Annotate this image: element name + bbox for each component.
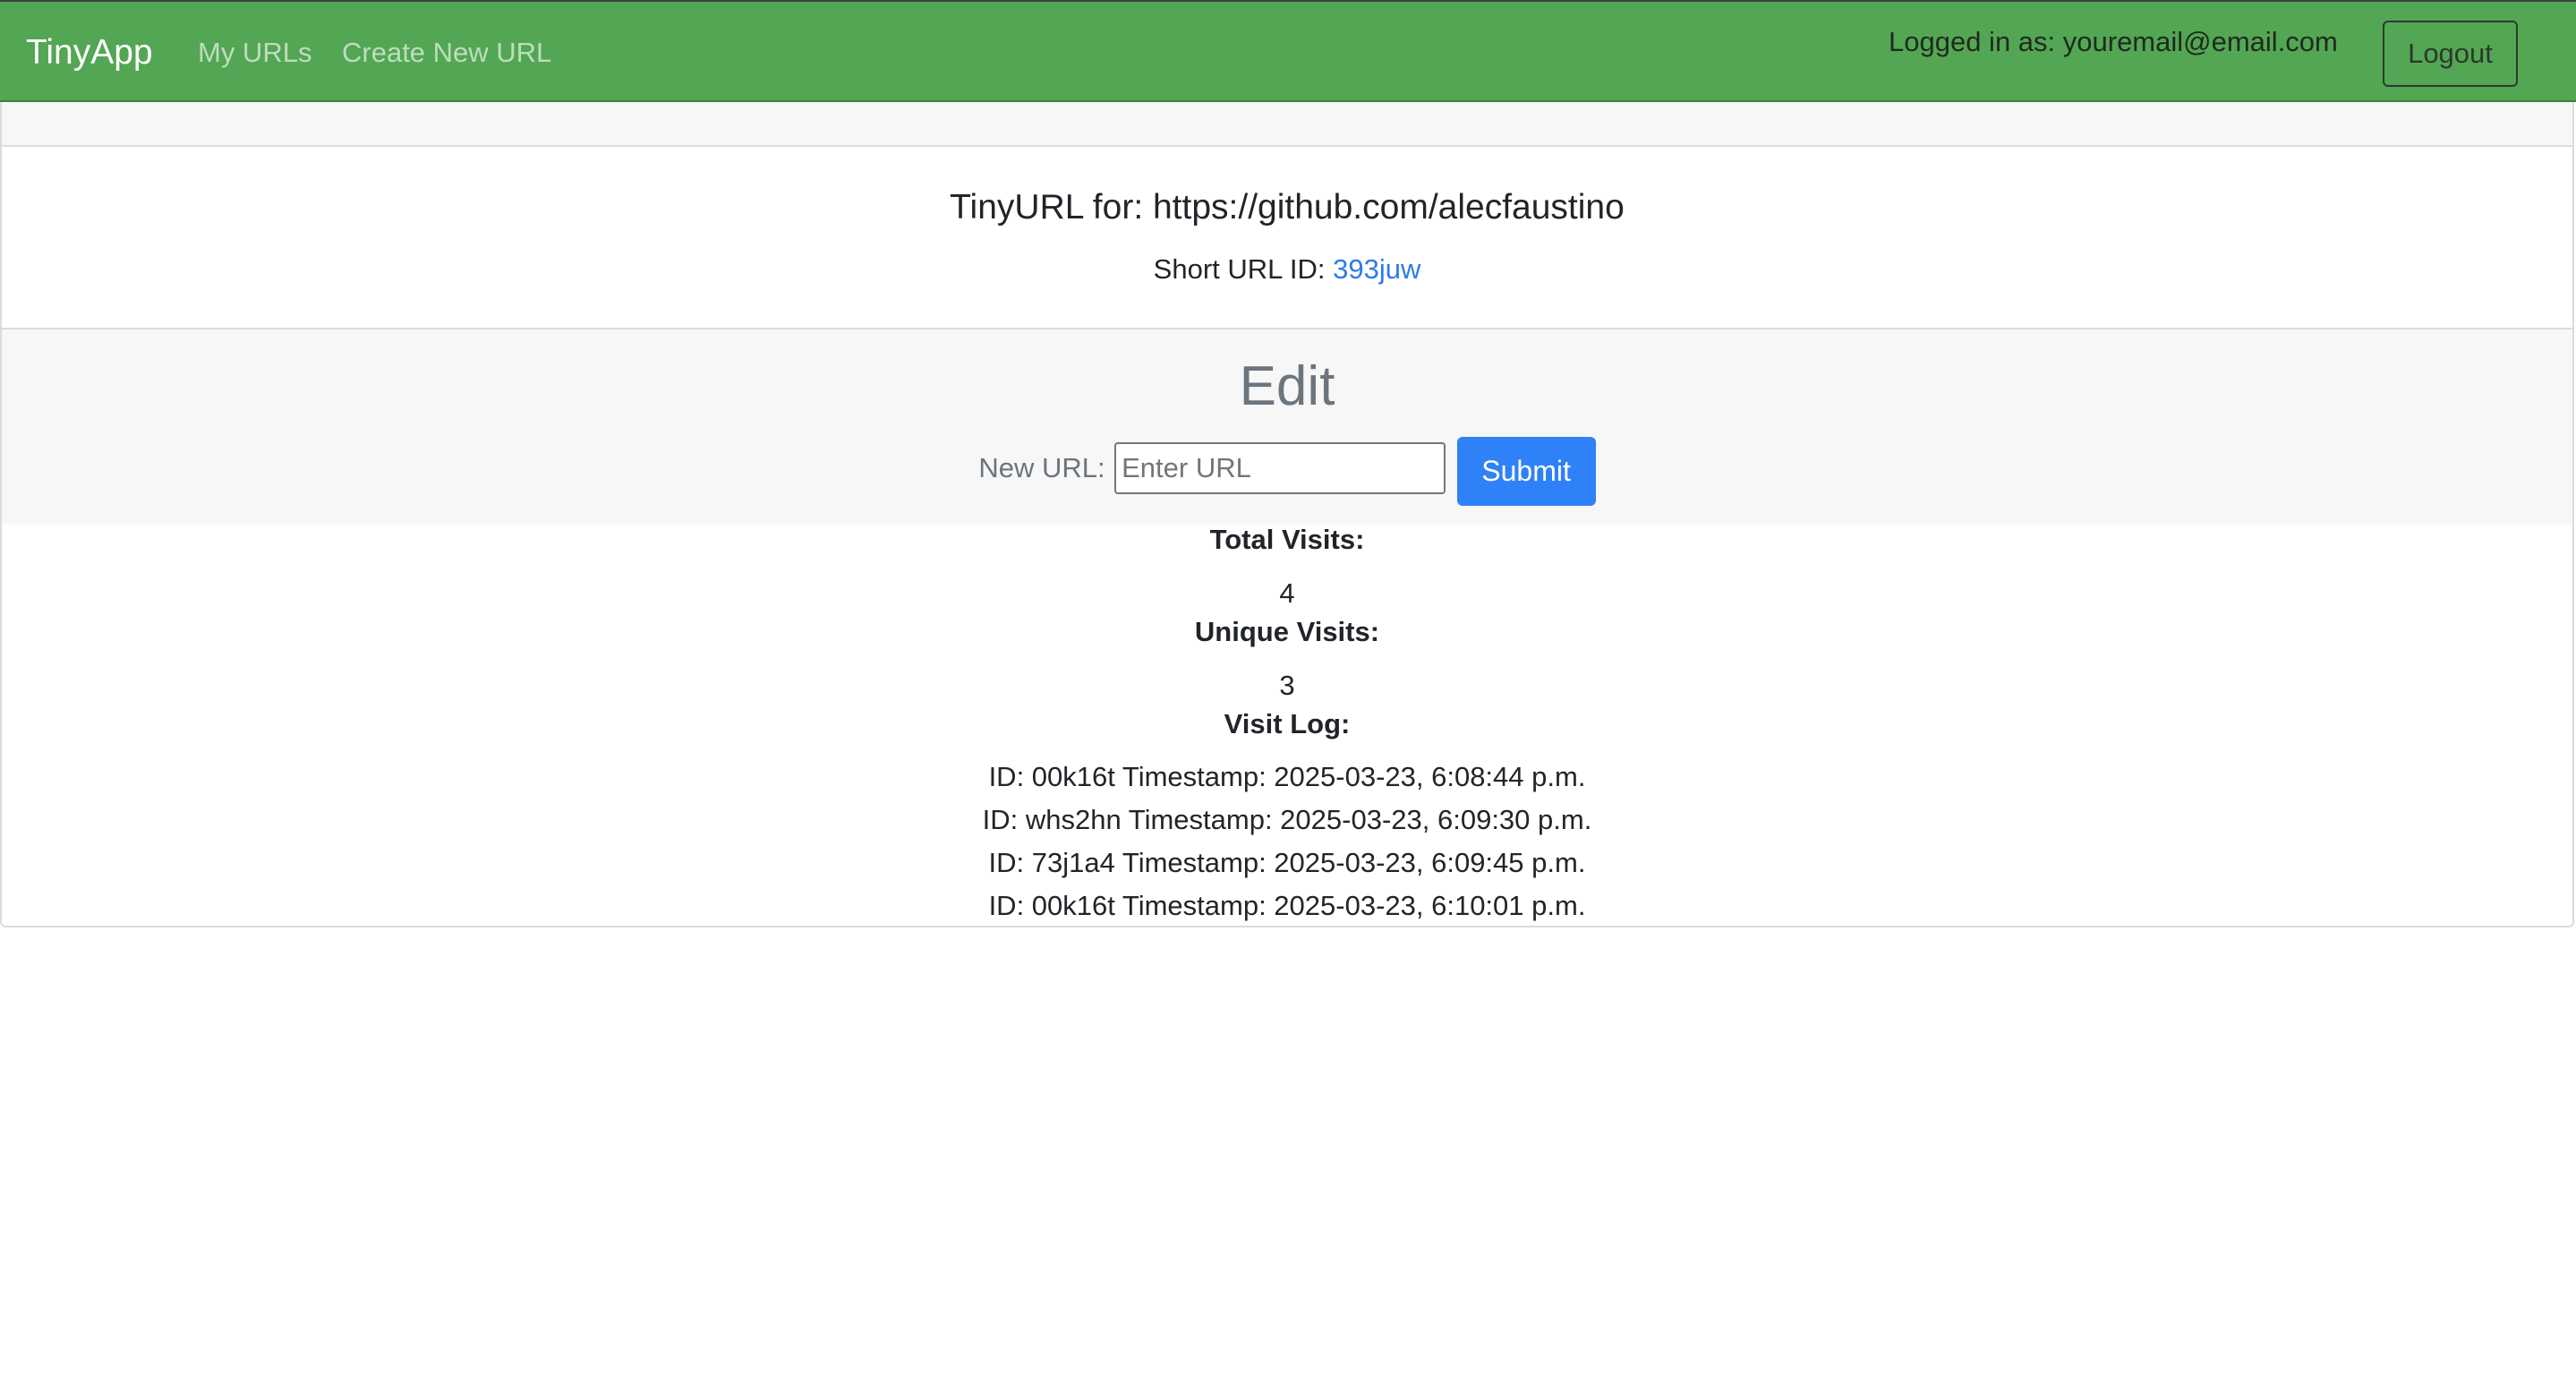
new-url-input[interactable] [1114, 441, 1446, 494]
short-url-label: Short URL ID: [1153, 253, 1326, 285]
visit-log-item: ID: 73j1a4 Timestamp: 2025-03-23, 6:09:4… [988, 847, 1586, 878]
short-url-link[interactable]: 393juw [1333, 253, 1420, 285]
edit-form: New URL: Submit [2, 437, 2572, 507]
short-url-line: Short URL ID: 393juw [2, 252, 2572, 286]
edit-section: Edit New URL: Submit [2, 328, 2572, 525]
visit-log-item: ID: whs2hn Timestamp: 2025-03-23, 6:09:3… [982, 804, 1592, 835]
brand-link[interactable]: TinyApp [26, 32, 153, 73]
new-url-label: New URL: [978, 451, 1105, 483]
visit-log-item: ID: 00k16t Timestamp: 2025-03-23, 6:08:4… [988, 761, 1586, 792]
unique-visits-value: 3 [1279, 670, 1295, 701]
tinyurl-title: TinyURL for: https://github.com/alecfaus… [950, 188, 1625, 226]
submit-button[interactable]: Submit [1456, 437, 1596, 506]
url-detail-card: TinyURL for: https://github.com/alecfaus… [0, 102, 2574, 927]
logged-in-status: Logged in as: youremail@email.com [1889, 26, 2338, 57]
visit-log-item: ID: 00k16t Timestamp: 2025-03-23, 6:10:0… [988, 890, 1586, 921]
nav-link-create-new-url[interactable]: Create New URL [342, 36, 551, 70]
unique-visits-label: Unique Visits: [1194, 616, 1380, 647]
total-visits-label: Total Visits: [1209, 524, 1365, 555]
logout-button[interactable]: Logout [2383, 21, 2518, 87]
total-visits-value: 4 [1279, 577, 1295, 609]
visit-log-label: Visit Log: [1224, 708, 1351, 739]
edit-heading: Edit [1239, 355, 1335, 417]
card-header [2, 102, 2572, 147]
nav-link-my-urls[interactable]: My URLs [198, 36, 311, 70]
top-navbar: TinyApp My URLs Create New URL Logged in… [0, 0, 2576, 102]
